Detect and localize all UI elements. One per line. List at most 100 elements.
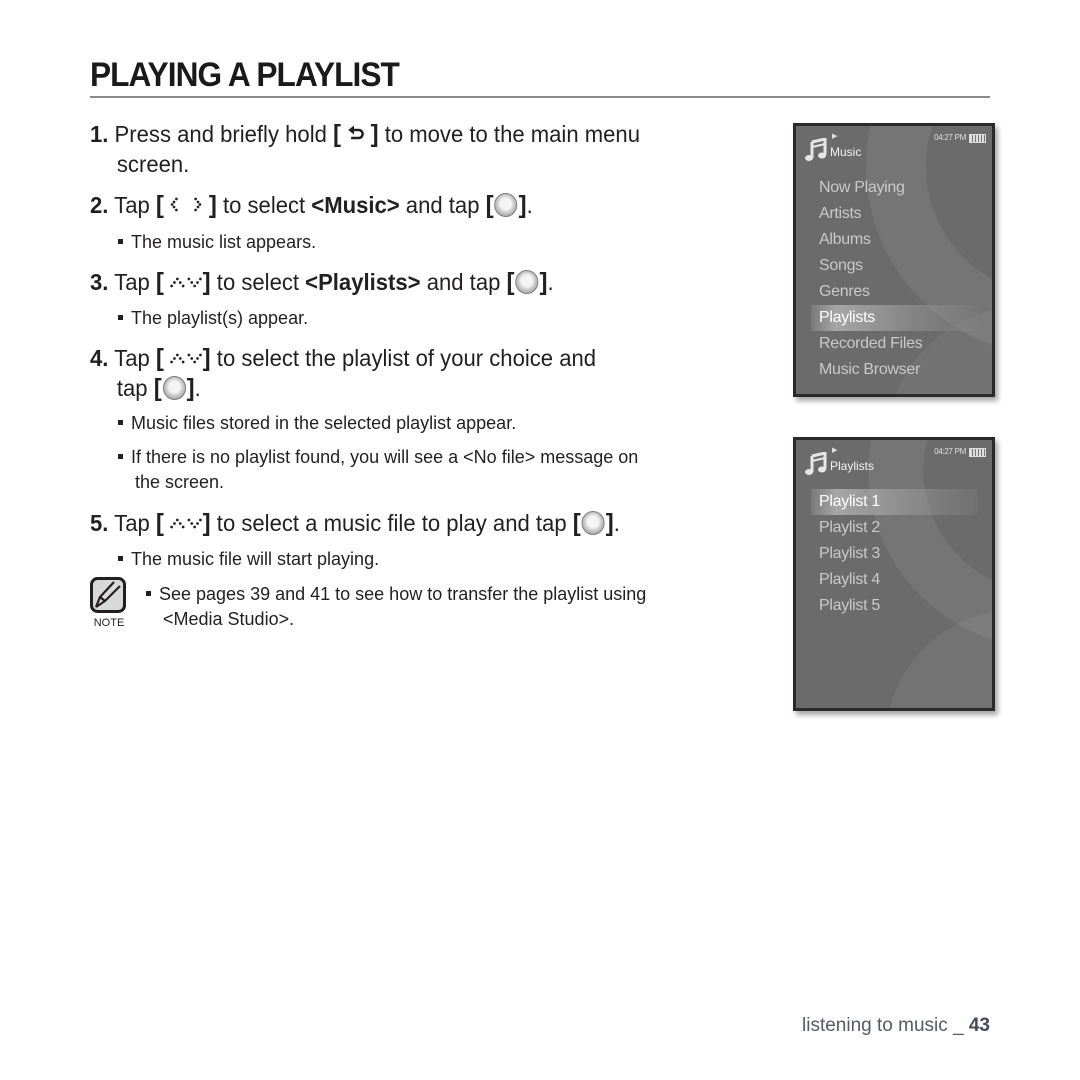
- up-down-icon: [170, 267, 203, 296]
- bullet-marker: [146, 590, 151, 596]
- bullet-marker: [118, 314, 123, 320]
- left-right-icon: [170, 190, 203, 219]
- step-2: 2. Tap [ ] to select <Music> and tap [].: [90, 191, 533, 221]
- device-screen-music: ▶ Music 04:27 PM Now Playing Artists Alb…: [793, 123, 995, 397]
- bracket-close: ]: [186, 374, 195, 403]
- bullet-text: If there is no playlist found, you will …: [131, 447, 639, 467]
- playlist-item-1[interactable]: Playlist 1: [811, 489, 978, 515]
- step-text: Tap: [114, 269, 156, 295]
- bullet-text: The music list appears.: [131, 232, 317, 252]
- play-status-icon: ▶: [832, 447, 838, 454]
- bracket-close: ]: [539, 268, 548, 296]
- footer-section: listening to music _: [802, 1015, 969, 1036]
- bracket-open: [: [155, 191, 164, 219]
- step-text: Tap: [114, 192, 156, 218]
- music-note-icon: [805, 452, 827, 475]
- bracket-open: [: [153, 374, 162, 403]
- select-button-icon: [515, 269, 539, 294]
- back-icon: [347, 119, 364, 148]
- step-4: 4. Tap [ ] to select the playlist of you…: [90, 344, 596, 403]
- bracket-open: [: [155, 509, 164, 537]
- note-line: See pages 39 and 41 to see how to transf…: [159, 584, 647, 604]
- battery-icon: [969, 448, 986, 457]
- step-text: .: [194, 375, 201, 402]
- clock: 04:27 PM: [934, 447, 966, 456]
- menu-item-genres[interactable]: Genres: [796, 279, 992, 305]
- step-3: 3. Tap [ ] to select <Playlists> and tap…: [90, 268, 554, 298]
- playlist-item-5[interactable]: Playlist 5: [796, 593, 992, 619]
- bracket-close: ]: [518, 191, 527, 219]
- step-text: and tap: [399, 192, 486, 218]
- bracket-open: [: [155, 344, 164, 372]
- bullet-step3: The playlist(s) appear.: [118, 306, 308, 331]
- up-down-icon: [170, 508, 203, 537]
- play-status-icon: ▶: [832, 133, 838, 140]
- playlist-item-4[interactable]: Playlist 4: [796, 567, 992, 593]
- step-text: .: [547, 269, 554, 295]
- up-down-icon: [170, 343, 203, 372]
- note-text: See pages 39 and 41 to see how to transf…: [146, 582, 646, 632]
- menu-item-now-playing[interactable]: Now Playing: [796, 175, 992, 201]
- bullet-text: The playlist(s) appear.: [131, 308, 309, 328]
- step-text: Tap: [114, 510, 156, 536]
- menu-item-playlists[interactable]: Playlists: [811, 305, 978, 331]
- bracket-close: ]: [202, 268, 211, 296]
- step-number: 4.: [90, 345, 109, 371]
- note-line-cont: <Media Studio>.: [163, 609, 295, 629]
- step-text: .: [613, 510, 620, 536]
- page-title: PLAYING A PLAYLIST: [90, 56, 400, 94]
- battery-icon: [969, 134, 986, 143]
- step-text-cont: tap [].: [90, 374, 596, 403]
- menu-ref-music: <Music>: [311, 192, 400, 218]
- step-text: .: [526, 192, 533, 218]
- menu-item-music-browser[interactable]: Music Browser: [796, 357, 992, 383]
- step-number: 2.: [90, 192, 109, 218]
- step-number: 3.: [90, 269, 109, 295]
- bracket-close: ]: [370, 120, 379, 148]
- step-text: and tap: [420, 269, 507, 295]
- menu-item-songs[interactable]: Songs: [796, 253, 992, 279]
- select-button-icon: [162, 376, 186, 401]
- bracket-open: [: [506, 268, 515, 296]
- step-text-cont: screen.: [116, 151, 190, 178]
- menu-item-artists[interactable]: Artists: [796, 201, 992, 227]
- screen-title: Music: [830, 145, 862, 159]
- device-screen-playlists: ▶ Playlists 04:27 PM Playlist 1 Playlist…: [793, 437, 995, 711]
- note-label: NOTE: [93, 617, 125, 629]
- step-number: 1.: [90, 121, 109, 147]
- step-text: Tap: [114, 345, 156, 371]
- screen-title: Playlists: [830, 459, 875, 473]
- note-pencil-icon: [90, 577, 126, 613]
- screen-header: ▶ Music 04:27 PM: [802, 132, 986, 164]
- music-note-icon: [805, 138, 827, 161]
- page-footer: listening to music _ 43: [802, 1015, 990, 1037]
- menu-item-recorded-files[interactable]: Recorded Files: [796, 331, 992, 357]
- step-text: to select: [216, 192, 312, 218]
- playlist-list: Playlist 1 Playlist 2 Playlist 3 Playlis…: [796, 489, 992, 619]
- select-button-icon: [494, 192, 518, 217]
- step-number: 5.: [90, 510, 109, 536]
- step-text: to select a music file to play and tap: [210, 510, 573, 536]
- bullet-marker: [118, 453, 123, 459]
- bullet-marker: [118, 419, 123, 425]
- menu-item-albums[interactable]: Albums: [796, 227, 992, 253]
- clock: 04:27 PM: [934, 133, 966, 142]
- title-rule: [90, 96, 990, 98]
- playlist-item-3[interactable]: Playlist 3: [796, 541, 992, 567]
- bracket-close: ]: [202, 509, 211, 537]
- bullet-step2: The music list appears.: [118, 230, 316, 255]
- bullet-step4a: Music files stored in the selected playl…: [118, 411, 516, 436]
- bracket-close: ]: [605, 509, 614, 537]
- bullet-marker: [118, 555, 123, 561]
- step-text: to select: [210, 269, 306, 295]
- step-text: to select the playlist of your choice an…: [210, 345, 597, 371]
- bracket-open: [: [572, 509, 581, 537]
- bullet-step5: The music file will start playing.: [118, 547, 379, 572]
- bracket-open: [: [333, 120, 342, 148]
- playlist-item-2[interactable]: Playlist 2: [796, 515, 992, 541]
- select-button-icon: [581, 510, 605, 535]
- page-number: 43: [968, 1015, 990, 1036]
- bullet-text-cont: the screen.: [135, 472, 225, 492]
- step-1: 1. Press and briefly hold [ ] to move to…: [90, 120, 640, 179]
- screen-header: ▶ Playlists 04:27 PM: [802, 446, 986, 478]
